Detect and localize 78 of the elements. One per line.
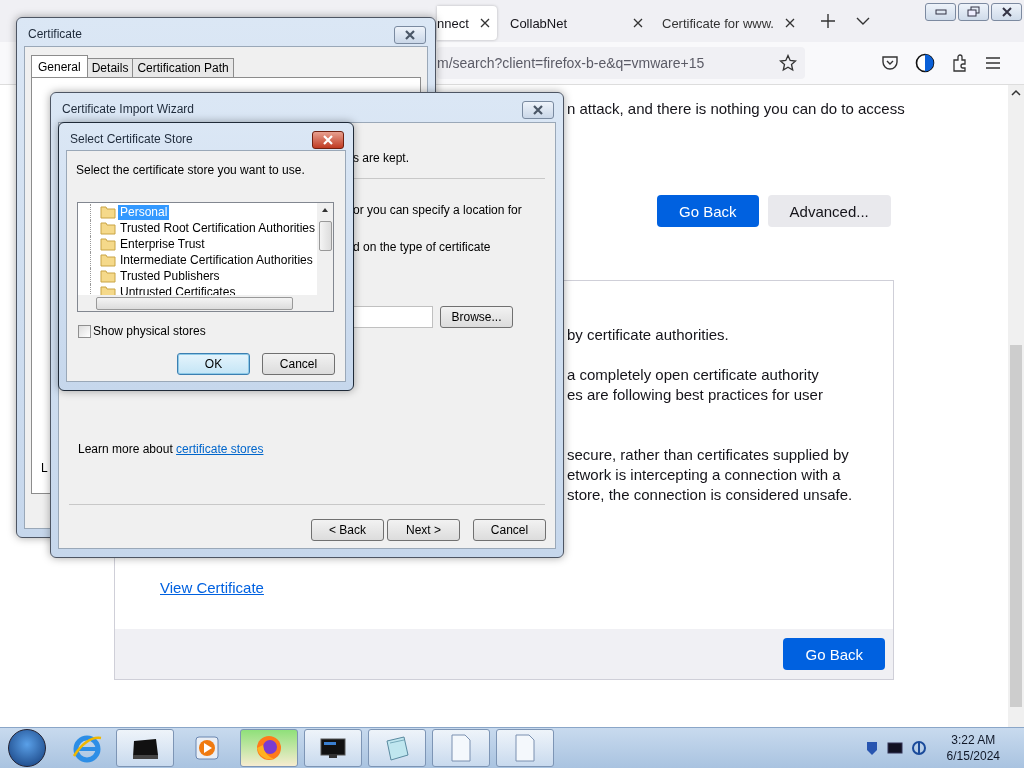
view-certificate-link[interactable]: View Certificate (160, 579, 264, 596)
close-icon (1000, 7, 1013, 17)
shield-icon[interactable] (864, 740, 879, 756)
scroll-up-icon[interactable] (321, 207, 329, 213)
close-icon (321, 135, 335, 145)
wizard-button[interactable]: Cancel (473, 519, 546, 541)
description-text: d on the type of certificate (353, 240, 491, 254)
checkbox-label: Show physical stores (93, 324, 206, 338)
close-button[interactable] (991, 3, 1022, 21)
paragraph: secure, rather than certificates supplied by etwork is intercepting a connection with a store, the connection is considered unsafe. (567, 445, 854, 505)
taskbar-button[interactable] (304, 729, 362, 767)
network-icon[interactable] (910, 740, 927, 756)
window-title: Certificate Import Wizard (62, 102, 195, 116)
dialog-tab[interactable]: General (31, 55, 88, 77)
window-title: Select Certificate Store (70, 132, 193, 146)
folder-icon (100, 205, 116, 219)
tree-item[interactable]: Untrusted Certificates (118, 284, 238, 295)
close-icon (403, 30, 417, 40)
prompt-text: Select the certificate store you want to use. (76, 163, 306, 177)
paragraph: by certificate authorities. (567, 325, 730, 345)
go-back-button[interactable]: Go Back (783, 638, 885, 670)
scrollbar[interactable] (78, 295, 333, 311)
browser-tab[interactable]: Certificate for www. (652, 6, 802, 40)
monitor-icon (319, 736, 347, 760)
document-icon (513, 733, 537, 763)
browse-button[interactable]: Browse... (440, 306, 513, 328)
certificate-stores-link[interactable]: certificate stores (176, 442, 264, 456)
folder-icon (100, 221, 116, 235)
store-field[interactable] (353, 306, 433, 328)
scrollbar[interactable] (1008, 85, 1024, 727)
close-button[interactable] (312, 131, 344, 149)
label-text: L (41, 461, 49, 475)
checkbox[interactable] (78, 324, 91, 338)
menu-icon[interactable] (985, 56, 1001, 70)
description-text: s are kept. (353, 151, 410, 165)
address-bar[interactable]: m/search?client=firefox-b-e&q=vmware+15 (437, 47, 805, 79)
tree-item[interactable]: Enterprise Trust (118, 236, 207, 252)
taskbar-button[interactable] (116, 729, 174, 767)
minimize-button[interactable] (925, 3, 956, 21)
description-text: or you can specify a location for (353, 203, 522, 217)
tree-item[interactable]: Trusted Root Certification Authorities (118, 220, 317, 236)
cancel-button[interactable]: Cancel (262, 353, 335, 375)
pocket-icon[interactable] (881, 54, 899, 72)
minimize-icon (934, 9, 947, 15)
play-icon (194, 735, 220, 761)
wizard-button[interactable]: Next > (387, 519, 460, 541)
go-back-button[interactable]: Go Back (657, 195, 759, 227)
chevron-down-icon[interactable] (856, 17, 870, 25)
scrollbar[interactable] (317, 203, 333, 295)
restore-icon (966, 6, 981, 18)
scroll-up-icon[interactable] (1011, 89, 1021, 97)
monitor-icon[interactable] (886, 742, 903, 754)
fox-globe-icon (254, 733, 284, 763)
browser-tab[interactable]: nnect (437, 6, 497, 40)
learn-more-text: Learn more about certificate stores (78, 442, 265, 456)
dialog-tab[interactable]: Details (86, 58, 134, 77)
close-icon (531, 105, 545, 115)
clock[interactable]: 3:22 AM 6/15/2024 (946, 732, 1000, 764)
close-button[interactable] (394, 26, 426, 44)
ok-button[interactable]: OK (177, 353, 250, 375)
folder-icon (100, 237, 116, 251)
contrast-icon[interactable] (915, 53, 935, 73)
dialog-tab[interactable]: Certification Path (132, 58, 234, 77)
browser-tab[interactable]: CollabNet (500, 6, 650, 40)
warning-text: n attack, and there is nothing you can do to access (567, 99, 906, 119)
wizard-button[interactable]: < Back (311, 519, 384, 541)
star-icon[interactable] (779, 54, 797, 72)
puzzle-icon[interactable] (951, 54, 969, 72)
paragraph: a completely open certificate authority es are following best practices for user (567, 365, 824, 405)
close-button[interactable] (522, 101, 554, 119)
folder-icon (100, 269, 116, 283)
advanced-button[interactable]: Advanced... (767, 195, 891, 227)
window-title: Certificate (28, 27, 83, 41)
tree-item[interactable]: Intermediate Certification Authorities (118, 252, 315, 268)
folder-icon (100, 253, 116, 267)
start-button[interactable] (8, 729, 46, 767)
document-icon (449, 733, 473, 763)
tree-item[interactable]: Trusted Publishers (118, 268, 222, 284)
